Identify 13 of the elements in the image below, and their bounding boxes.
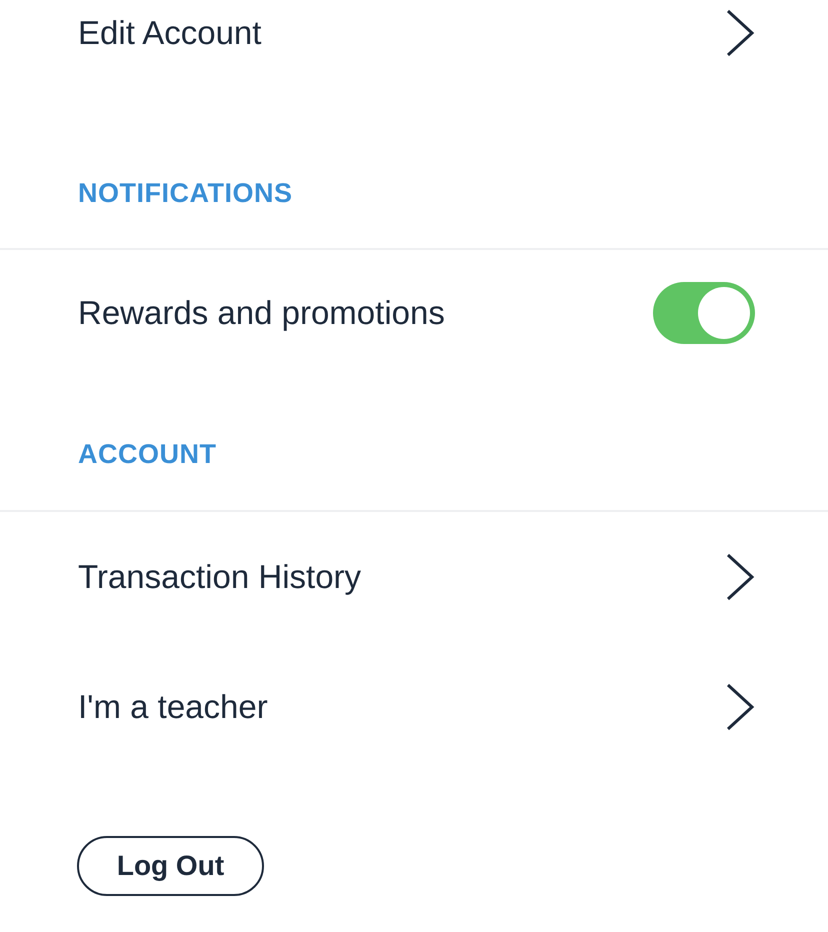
chevron-right-icon [725, 8, 755, 58]
menu-item[interactable]: Transaction History [0, 512, 828, 642]
log-out-button[interactable]: Log Out [77, 836, 264, 896]
setting-label: Rewards and promotions [78, 292, 445, 333]
item-label: I'm a teacher [78, 687, 268, 728]
edit-account-item[interactable]: Edit Account [0, 0, 828, 66]
section-title: NOTIFICATIONS [78, 178, 292, 208]
chevron-right-icon [725, 552, 755, 602]
menu-item[interactable]: I'm a teacher [0, 642, 828, 772]
section-title: ACCOUNT [78, 438, 216, 468]
item-label: Edit Account [78, 13, 262, 54]
chevron-right-icon [725, 682, 755, 732]
item-label: Transaction History [78, 557, 362, 598]
